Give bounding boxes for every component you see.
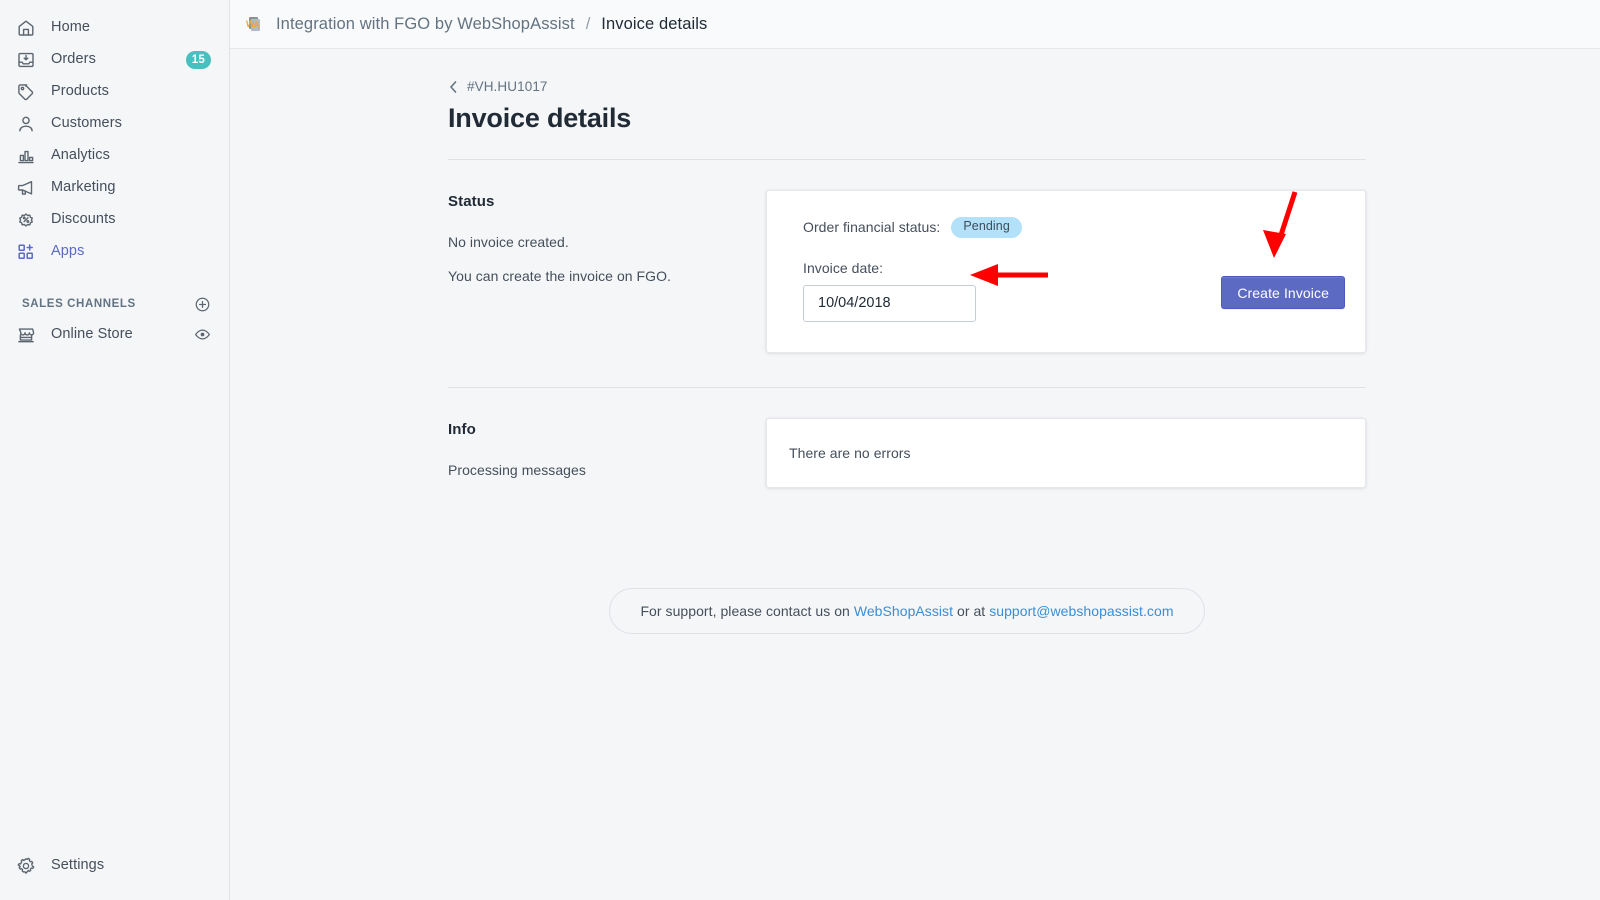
invoice-date-input[interactable] [803,285,976,322]
sidebar-item-online-store[interactable]: Online Store [6,319,223,350]
status-section-paragraph: No invoice created. [448,232,766,252]
info-section-text: Info Processing messages [448,418,766,480]
info-section-card-wrap: There are no errors [766,418,1366,488]
info-section-paragraph: Processing messages [448,460,766,480]
sidebar-item-apps[interactable]: Apps [6,236,223,267]
sidebar-item-label: Orders [51,52,96,67]
discounts-icon [16,210,36,230]
sales-channels-list: Online Store [0,319,229,350]
sidebar-item-label: Marketing [51,180,116,195]
create-invoice-button[interactable]: Create Invoice [1221,276,1345,309]
back-link[interactable]: #VH.HU1017 [448,79,548,94]
back-link-label: #VH.HU1017 [467,79,548,94]
financial-status-row: Order financial status: Pending [803,217,1339,238]
support-footer: For support, please contact us on WebSho… [448,588,1366,634]
status-badge: Pending [951,217,1022,238]
breadcrumb-separator: / [586,15,591,34]
sidebar-item-customers[interactable]: Customers [6,108,223,139]
sidebar-nav-list: Home Orders 15 [0,12,229,267]
sidebar: Home Orders 15 [0,0,230,900]
marketing-icon [16,178,36,198]
topbar: W A Integration with FGO by WebShopAssis… [230,0,1600,49]
status-section-card-wrap: Order financial status: Pending Invoice … [766,190,1366,353]
invoice-date-label: Invoice date: [803,260,1339,276]
financial-status-label: Order financial status: [803,219,940,235]
support-prefix: For support, please contact us on [640,603,853,619]
storefront-icon [16,325,36,345]
orders-icon [16,50,36,70]
page-wrapper: #VH.HU1017 Invoice details Status No inv… [448,49,1366,634]
sidebar-item-settings[interactable]: Settings [6,850,223,881]
sidebar-item-orders[interactable]: Orders 15 [6,44,223,75]
sidebar-item-home[interactable]: Home [6,12,223,43]
sidebar-item-label: Online Store [51,327,133,342]
status-section-heading: Status [448,193,766,210]
sales-channels-title: SALES CHANNELS [22,298,136,310]
svg-text:A: A [254,21,260,30]
info-section-heading: Info [448,421,766,438]
sidebar-item-discounts[interactable]: Discounts [6,204,223,235]
eye-icon[interactable] [193,326,211,344]
breadcrumb-current: Invoice details [601,15,707,34]
sidebar-item-marketing[interactable]: Marketing [6,172,223,203]
sidebar-item-products[interactable]: Products [6,76,223,107]
orders-count-badge: 15 [186,51,211,69]
plus-circle-icon[interactable] [193,295,211,313]
page-title: Invoice details [448,103,1366,134]
products-icon [16,82,36,102]
sidebar-item-label: Customers [51,116,122,131]
sidebar-item-analytics[interactable]: Analytics [6,140,223,171]
sidebar-item-label: Discounts [51,212,116,227]
info-card: There are no errors [766,418,1366,488]
sales-channels-header: SALES CHANNELS [6,291,223,317]
sidebar-footer: Settings [0,850,229,882]
webshopassist-logo-icon: W A [244,14,264,34]
status-section-text: Status No invoice created. You can creat… [448,190,766,287]
info-message: There are no errors [789,445,911,461]
sidebar-item-label: Apps [51,244,84,259]
status-section-paragraph: You can create the invoice on FGO. [448,266,766,286]
app-root: Home Orders 15 [0,0,1600,900]
support-email-link[interactable]: support@webshopassist.com [989,603,1173,619]
home-icon [16,18,36,38]
support-site-link[interactable]: WebShopAssist [854,603,953,619]
apps-icon [16,242,36,262]
sidebar-item-label: Settings [51,858,104,873]
sidebar-item-label: Products [51,84,109,99]
support-pill: For support, please contact us on WebSho… [609,588,1204,634]
status-section: Status No invoice created. You can creat… [448,160,1366,387]
breadcrumb-app-link[interactable]: Integration with FGO by WebShopAssist [276,15,575,34]
page-content: #VH.HU1017 Invoice details Status No inv… [230,49,1600,634]
gear-icon [16,856,36,876]
sidebar-footer-list: Settings [0,850,229,881]
sidebar-item-label: Home [51,20,90,35]
customers-icon [16,114,36,134]
support-middle: or at [953,603,989,619]
sidebar-item-label: Analytics [51,148,110,163]
status-card: Order financial status: Pending Invoice … [766,190,1366,353]
info-section: Info Processing messages There are no er… [448,388,1366,522]
chevron-left-icon [448,80,459,94]
analytics-icon [16,146,36,166]
main-region: W A Integration with FGO by WebShopAssis… [230,0,1600,900]
